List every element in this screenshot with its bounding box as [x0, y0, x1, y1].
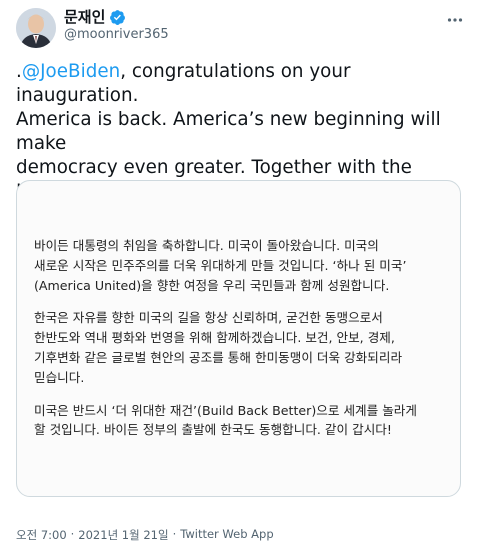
author-name[interactable]: 문재인 — [64, 8, 105, 26]
avatar[interactable] — [16, 8, 56, 48]
more-options-button[interactable] — [444, 10, 466, 30]
author-handle[interactable]: @moonriver365 — [64, 27, 169, 43]
mention-link[interactable]: @JoeBiden — [22, 61, 120, 82]
avatar-photo — [16, 8, 56, 48]
tweet: 문재인 @moonriver365 .@JoeBiden, congratula… — [0, 0, 480, 550]
meta-separator: · — [172, 527, 177, 541]
more-horizontal-icon — [447, 18, 463, 22]
letter-paragraph-2: 한국은 자유를 향한 미국의 길을 항상 신뢰하며, 굳건한 동맹으로서 한반도… — [34, 310, 403, 385]
attached-image[interactable]: 바이든 대통령의 취임을 축하합니다. 미국이 돌아왔습니다. 미국의 새로운 … — [16, 180, 461, 497]
letter-paragraph-3: 미국은 반드시 ‘더 위대한 재건’(Build Back Better)으로 … — [34, 402, 417, 438]
author-name-row[interactable]: 문재인 — [64, 8, 126, 26]
verified-badge-icon — [110, 9, 126, 25]
tweet-time-link[interactable]: 오전 7:00 — [16, 527, 67, 543]
tweet-source-link[interactable]: Twitter Web App — [180, 527, 273, 543]
letter-text: 바이든 대통령의 취임을 축하합니다. 미국이 돌아왔습니다. 미국의 새로운 … — [34, 236, 444, 453]
tweet-date-link[interactable]: 2021년 1월 21일 — [78, 527, 168, 543]
meta-separator: · — [70, 527, 75, 541]
letter-paragraph-1: 바이든 대통령의 취임을 축하합니다. 미국이 돌아왔습니다. 미국의 새로운 … — [34, 238, 407, 293]
tweet-meta: 오전 7:00 · 2021년 1월 21일 · Twitter Web App — [16, 527, 274, 543]
